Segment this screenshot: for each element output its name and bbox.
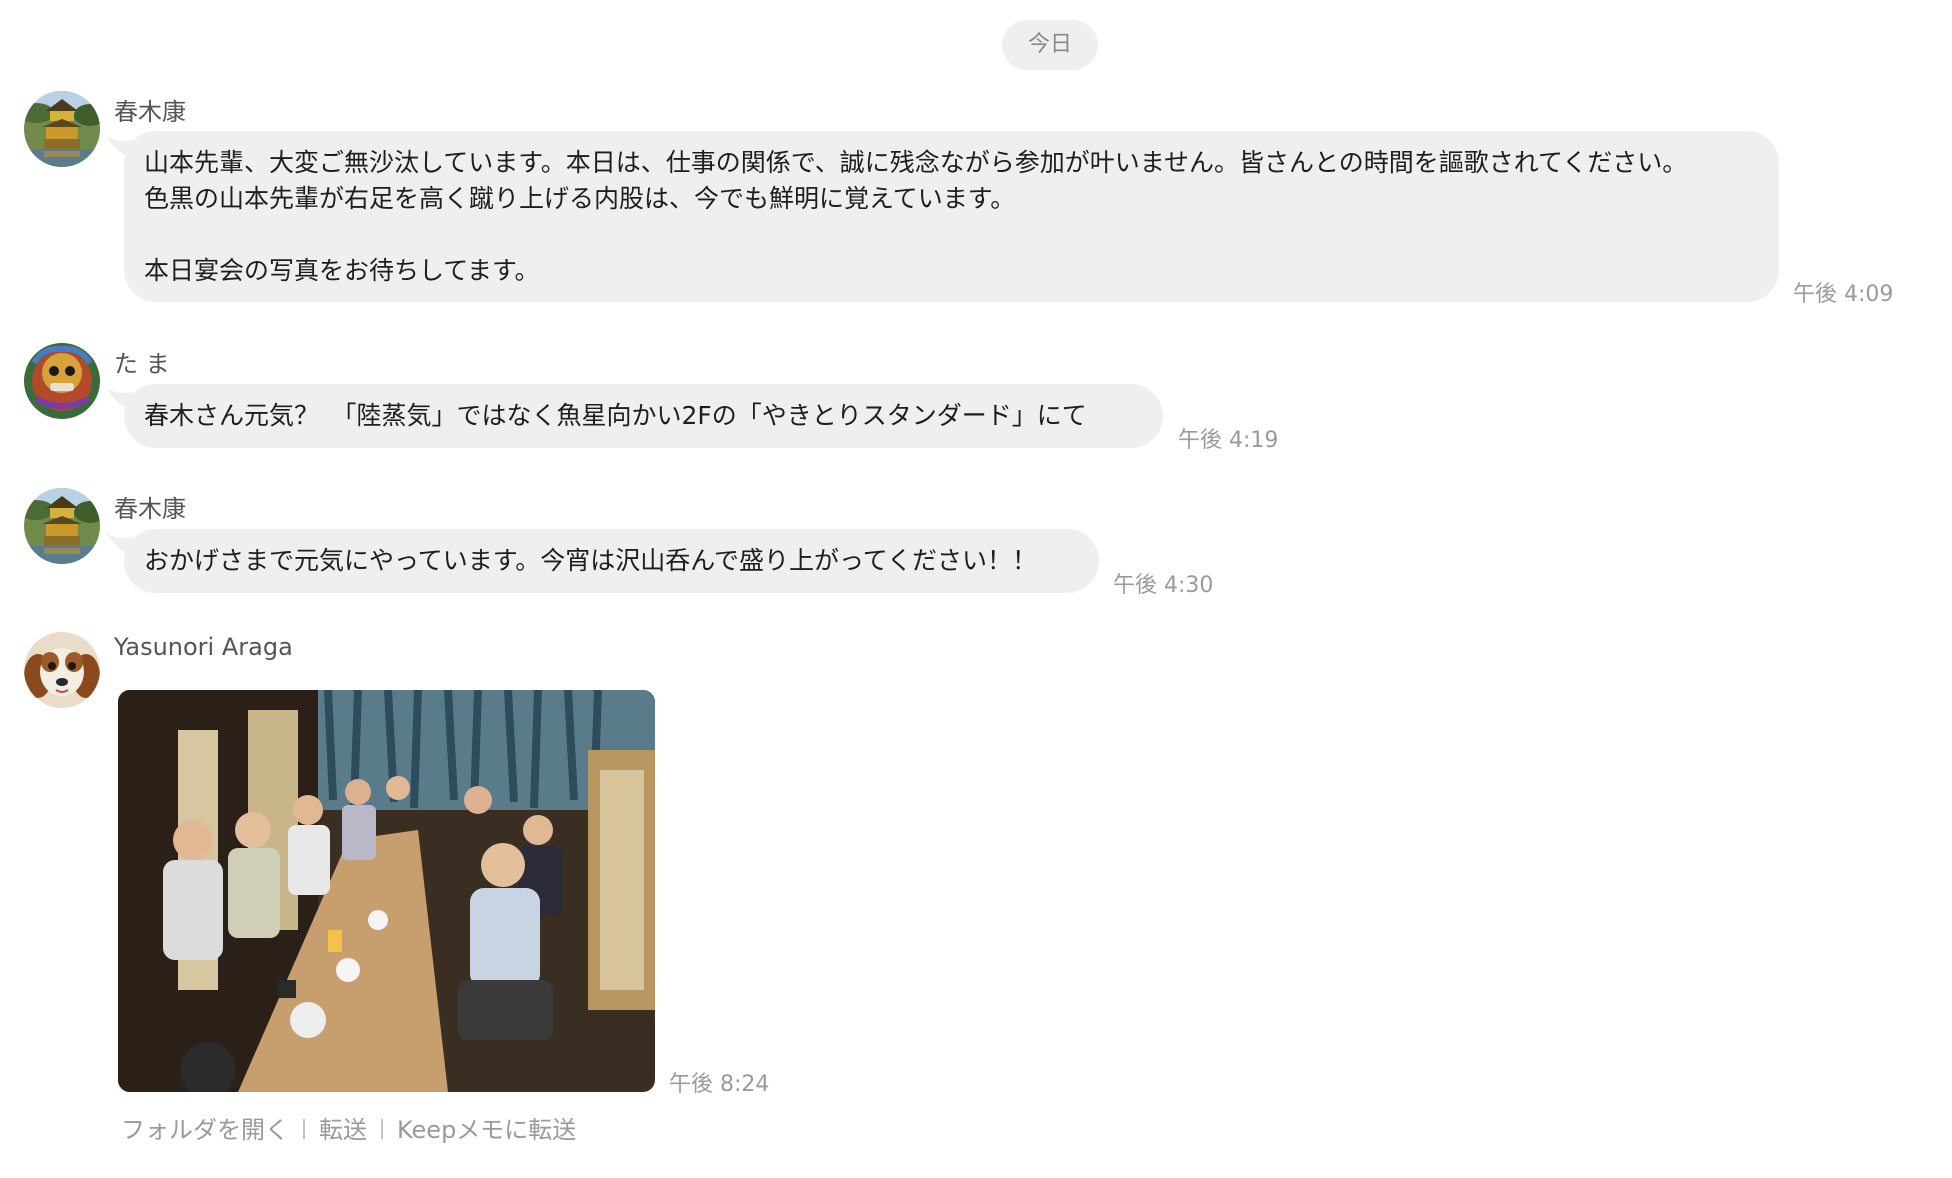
group-dinner-photo[interactable] xyxy=(118,690,655,1092)
sender-name: た ま xyxy=(114,350,170,378)
message-bubble[interactable]: 山本先輩、大変ご無沙汰しています。本日は、仕事の関係で、誠に残念ながら参加が叶い… xyxy=(124,131,1779,302)
message-line xyxy=(144,217,1759,253)
open-folder-link[interactable]: フォルダを開く xyxy=(121,1116,289,1144)
message-line: 色黒の山本先輩が右足を高く蹴り上げる内股は、今でも鮮明に覚えています。 xyxy=(144,184,1016,213)
forward-to-keep-link[interactable]: Keepメモに転送 xyxy=(397,1116,576,1144)
message-line: 本日宴会の写真をお待ちしてます。 xyxy=(144,256,540,285)
message-timestamp: 午後 4:30 xyxy=(1113,573,1214,598)
golden-pavilion-icon xyxy=(24,488,100,564)
chat-window: 今日 春木康 山本先輩、大変ご無沙汰しています。本日は、仕事の関係で、誠に残念な… xyxy=(0,0,1952,1178)
lion-dance-icon xyxy=(24,343,100,419)
message-timestamp: 午後 4:09 xyxy=(1793,282,1894,307)
forward-link[interactable]: 転送 xyxy=(319,1116,367,1144)
message-timestamp: 午後 4:19 xyxy=(1178,428,1279,453)
dog-icon xyxy=(24,632,100,708)
message-bubble[interactable]: おかげさまで元気にやっています。今宵は沢山呑んで盛り上がってください！！ xyxy=(124,529,1099,593)
avatar[interactable] xyxy=(24,343,100,419)
message-timestamp: 午後 8:24 xyxy=(669,1072,770,1097)
photo-actions: フォルダを開く 転送 Keepメモに転送 xyxy=(121,1110,576,1145)
golden-pavilion-icon xyxy=(24,91,100,167)
sender-name: 春木康 xyxy=(114,495,186,523)
message-line: 春木さん元気？ 「陸蒸気」ではなく魚星向かい2Fの「やきとりスタンダード」にて xyxy=(144,401,1087,430)
action-divider xyxy=(303,1119,305,1139)
photo-image xyxy=(118,690,655,1092)
avatar[interactable] xyxy=(24,488,100,564)
avatar[interactable] xyxy=(24,632,100,708)
message-line: 山本先輩、大変ご無沙汰しています。本日は、仕事の関係で、誠に残念ながら参加が叶い… xyxy=(144,148,1688,177)
message-line: おかげさまで元気にやっています。今宵は沢山呑んで盛り上がってください！！ xyxy=(144,546,1038,575)
message-bubble[interactable]: 春木さん元気？ 「陸蒸気」ではなく魚星向かい2Fの「やきとりスタンダード」にて xyxy=(124,384,1163,448)
date-separator: 今日 xyxy=(1002,20,1098,70)
sender-name: 春木康 xyxy=(114,98,186,126)
action-divider xyxy=(381,1119,383,1139)
avatar[interactable] xyxy=(24,91,100,167)
sender-name: Yasunori Araga xyxy=(114,633,293,661)
